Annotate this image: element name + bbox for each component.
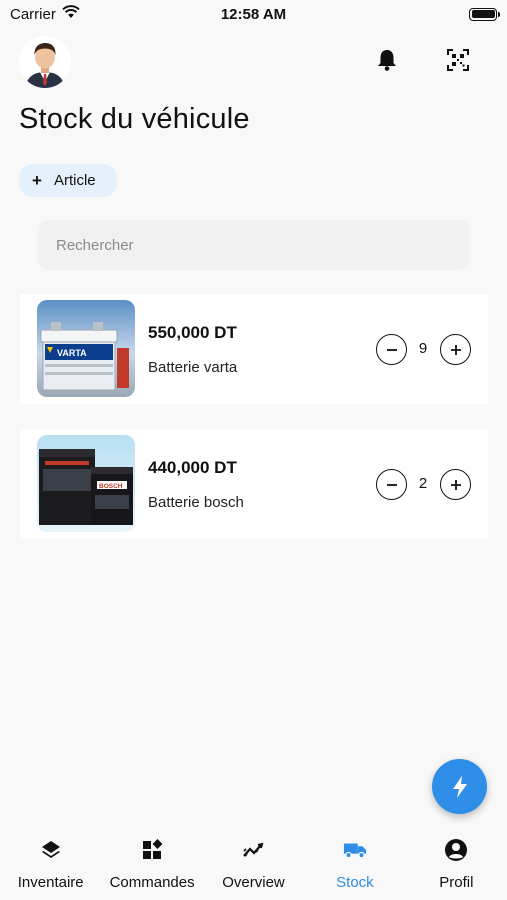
bosch-logo-text: BOSCH xyxy=(99,483,123,490)
nav-item-stock[interactable]: Stock xyxy=(304,830,405,900)
search-input[interactable] xyxy=(56,236,470,254)
qr-scan-icon[interactable] xyxy=(445,47,471,73)
increase-quantity-button[interactable] xyxy=(440,469,471,500)
search-field[interactable] xyxy=(38,220,470,270)
nav-item-profil[interactable]: Profil xyxy=(406,830,507,900)
add-article-button[interactable]: + Article xyxy=(19,164,117,197)
decrease-quantity-button[interactable] xyxy=(376,334,407,365)
truck-icon xyxy=(343,838,367,862)
nav-label: Overview xyxy=(222,874,285,891)
quick-action-button[interactable] xyxy=(432,759,487,814)
plus-icon xyxy=(450,479,461,490)
status-bar: Carrier 12:58 AM xyxy=(0,0,507,28)
nav-label: Stock xyxy=(336,874,374,891)
avatar[interactable] xyxy=(19,36,71,88)
trend-icon xyxy=(242,838,266,862)
nav-item-inventaire[interactable]: Inventaire xyxy=(0,830,101,900)
product-image: BOSCH xyxy=(37,435,135,532)
nav-item-commandes[interactable]: Commandes xyxy=(101,830,202,900)
product-card[interactable]: VARTA 550,000 DT Batterie varta 9 xyxy=(20,294,488,404)
minus-icon xyxy=(386,483,397,486)
status-left: Carrier xyxy=(10,5,80,23)
nav-label: Profil xyxy=(439,874,474,891)
product-name: Batterie bosch xyxy=(148,494,244,511)
bottom-nav: Inventaire Commandes Overview Stock Prof… xyxy=(0,830,507,900)
product-price: 440,000 DT xyxy=(148,458,237,477)
product-name: Batterie varta xyxy=(148,359,238,376)
account-circle-icon xyxy=(444,838,468,862)
lightning-icon xyxy=(452,775,467,798)
bell-icon[interactable] xyxy=(374,47,400,73)
page-title: Stock du véhicule xyxy=(19,103,250,135)
add-article-label: Article xyxy=(53,172,96,189)
nav-label: Inventaire xyxy=(17,874,84,891)
minus-icon xyxy=(386,348,397,351)
increase-quantity-button[interactable] xyxy=(440,334,471,365)
quantity-value: 2 xyxy=(418,475,428,492)
plus-icon: + xyxy=(32,171,42,190)
nav-item-overview[interactable]: Overview xyxy=(203,830,304,900)
nav-label: Commandes xyxy=(109,874,195,891)
wifi-icon xyxy=(62,5,80,23)
product-price: 550,000 DT xyxy=(148,323,237,342)
quantity-value: 9 xyxy=(418,340,428,357)
decrease-quantity-button[interactable] xyxy=(376,469,407,500)
layers-icon xyxy=(39,838,63,862)
battery-icon xyxy=(469,7,500,21)
varta-logo-text: VARTA xyxy=(57,348,87,358)
carrier-label: Carrier xyxy=(10,5,56,23)
product-card[interactable]: BOSCH 440,000 DT Batterie bosch 2 xyxy=(20,429,488,539)
widgets-icon xyxy=(140,838,164,862)
plus-icon xyxy=(450,344,461,355)
product-image: VARTA xyxy=(37,300,135,397)
